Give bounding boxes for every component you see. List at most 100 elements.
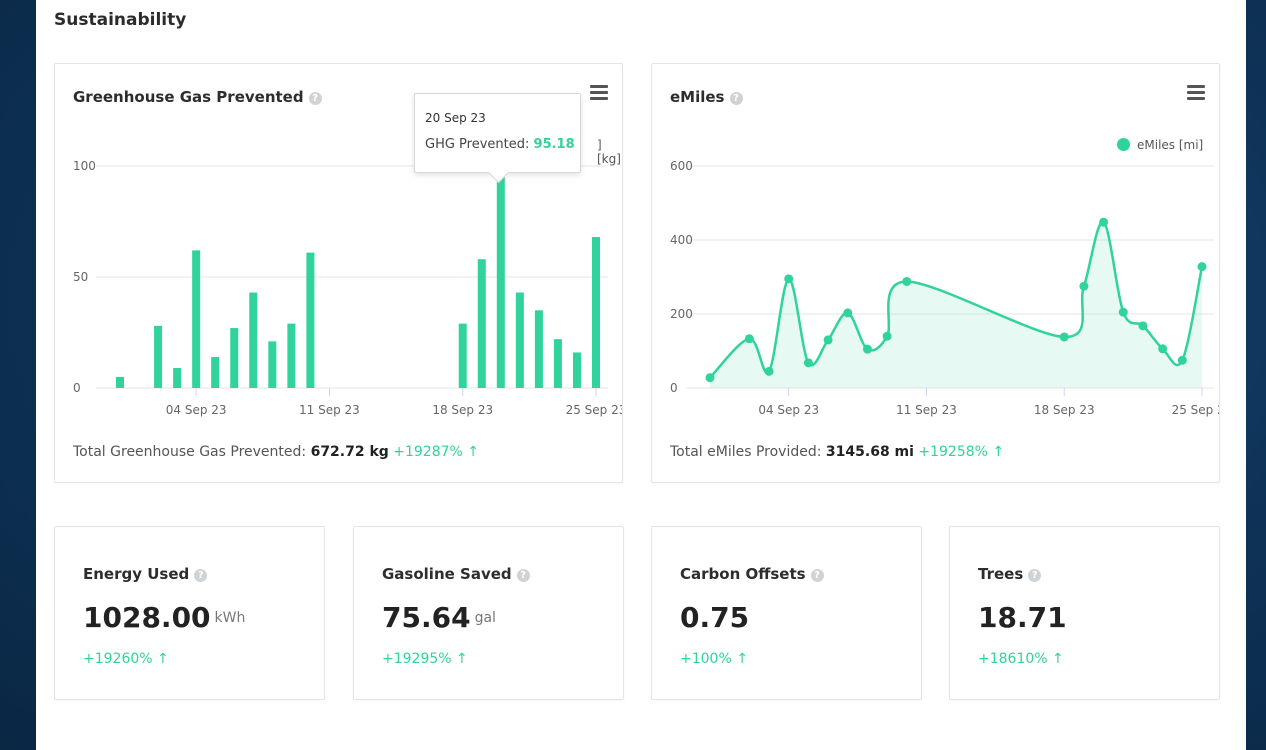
- data-point: [1059, 332, 1069, 342]
- y-tick-label: 600: [670, 159, 693, 173]
- energy-used-change: +19260% ↑: [83, 651, 169, 667]
- y-tick-label: 0: [670, 381, 678, 395]
- gasoline-saved-title-text: Gasoline Saved: [382, 565, 512, 583]
- emiles-total-value: 3145.68 mi: [825, 444, 914, 460]
- data-point: [1177, 355, 1187, 365]
- tooltip-date: 20 Sep 23: [425, 111, 486, 125]
- chart-tooltip: 20 Sep 23 GHG Prevented: 95.18: [414, 93, 581, 184]
- x-tick-label: 18 Sep 23: [432, 403, 493, 417]
- gasoline-saved-change-text: +19295%: [382, 651, 452, 667]
- energy-used-number: 1028.00: [83, 601, 211, 634]
- data-point: [843, 308, 853, 318]
- gasoline-saved-change: +19295% ↑: [382, 651, 468, 667]
- bar: [192, 250, 201, 388]
- bar: [572, 352, 581, 388]
- area-fill: [710, 221, 1202, 388]
- help-icon[interactable]: ?: [810, 569, 824, 582]
- carbon-offsets-title-text: Carbon Offsets: [680, 565, 806, 583]
- data-point: [1118, 307, 1128, 317]
- x-tick-label: 25 Sep 23: [566, 403, 622, 417]
- y-tick-label: 50: [73, 270, 88, 284]
- energy-used-title: Energy Used?: [83, 565, 208, 583]
- arrow-up-icon: ↑: [157, 651, 169, 667]
- y-tick-label: 400: [670, 233, 693, 247]
- ghg-total: Total Greenhouse Gas Prevented: 672.72 k…: [73, 444, 479, 460]
- trees-title-text: Trees: [978, 565, 1024, 583]
- trees-change-text: +18610%: [978, 651, 1048, 667]
- gasoline-saved-unit: gal: [474, 610, 496, 626]
- emiles-chart-card: eMiles? eMiles [mi] 0 200 400 600 04 Sep 23 1…: [651, 63, 1220, 483]
- carbon-offsets-change-text: +100%: [680, 651, 732, 667]
- bar: [592, 237, 600, 388]
- bar: [534, 310, 543, 388]
- data-point: [1099, 217, 1109, 227]
- ghg-change: +19287%: [393, 444, 463, 460]
- arrow-up-icon: ↑: [1052, 651, 1064, 667]
- data-point: [862, 344, 872, 354]
- bar: [477, 259, 486, 388]
- bar: [249, 292, 258, 388]
- bar: [268, 341, 277, 388]
- bar: [173, 368, 182, 388]
- emiles-total: Total eMiles Provided: 3145.68 mi +19258…: [670, 444, 1004, 460]
- emiles-area-chart: 0 200 400 600 04 Sep 23 11 Sep 23 18 Sep 23 25 …: [670, 159, 1219, 417]
- x-tick-label: 25 Sep 23: [1172, 403, 1219, 417]
- emiles-change: +19258%: [918, 444, 988, 460]
- emiles-total-label: Total eMiles Provided:: [670, 444, 822, 460]
- carbon-offsets-title: Carbon Offsets?: [680, 565, 824, 583]
- page-title: Sustainability: [54, 10, 187, 30]
- data-point: [705, 373, 715, 383]
- bar: [230, 328, 239, 388]
- data-point: [1079, 281, 1089, 291]
- arrow-up-icon: ↑: [467, 444, 480, 460]
- data-point: [784, 274, 794, 284]
- bar: [306, 252, 315, 388]
- data-point: [882, 331, 892, 341]
- trees-number: 18.71: [978, 601, 1067, 634]
- tooltip-value: 95.18: [533, 137, 575, 152]
- bar: [116, 376, 124, 388]
- help-icon[interactable]: ?: [516, 569, 530, 582]
- carbon-offsets-card: Carbon Offsets? 0.75 +100% ↑: [651, 526, 922, 700]
- bar: [458, 323, 467, 388]
- x-tick-label: 11 Sep 23: [896, 403, 957, 417]
- gasoline-saved-title: Gasoline Saved?: [382, 565, 530, 583]
- gasoline-saved-value: 75.64 gal: [382, 601, 496, 634]
- data-point: [764, 366, 774, 376]
- energy-used-value: 1028.00 kWh: [83, 601, 245, 634]
- tooltip-row: GHG Prevented: 95.18: [425, 137, 575, 152]
- data-point: [803, 358, 813, 368]
- x-tick-label: 04 Sep 23: [758, 403, 819, 417]
- y-tick-label: 200: [670, 307, 693, 321]
- gasoline-saved-card: Gasoline Saved? 75.64 gal +19295% ↑: [353, 526, 624, 700]
- energy-used-change-text: +19260%: [83, 651, 153, 667]
- data-point: [744, 334, 754, 344]
- bar: [154, 325, 163, 388]
- data-point: [1138, 321, 1148, 331]
- tooltip-label: GHG Prevented:: [425, 137, 530, 152]
- arrow-up-icon: ↑: [992, 444, 1005, 460]
- energy-used-unit: kWh: [214, 610, 246, 626]
- gasoline-saved-number: 75.64: [382, 601, 471, 634]
- data-point: [1158, 344, 1168, 354]
- trees-title: Trees?: [978, 565, 1042, 583]
- carbon-offsets-value: 0.75: [680, 601, 749, 634]
- carbon-offsets-change: +100% ↑: [680, 651, 748, 667]
- y-tick-label: 100: [73, 159, 96, 173]
- data-point: [1197, 262, 1207, 272]
- bar: [211, 356, 220, 388]
- ghg-chart-card: Greenhouse Gas Prevented? ] [kg] 0 50 100 0…: [54, 63, 623, 483]
- ghg-total-value: 672.72 kg: [310, 444, 389, 460]
- help-icon[interactable]: ?: [194, 569, 208, 582]
- help-icon[interactable]: ?: [1028, 569, 1042, 582]
- bar: [287, 323, 296, 388]
- bar: [496, 176, 505, 388]
- trees-value: 18.71: [978, 601, 1067, 634]
- bar: [553, 339, 562, 388]
- trees-change: +18610% ↑: [978, 651, 1064, 667]
- x-tick-label: 11 Sep 23: [299, 403, 360, 417]
- x-tick-label: 04 Sep 23: [166, 403, 227, 417]
- dashboard-panel: Sustainability Greenhouse Gas Prevented?…: [36, 0, 1246, 750]
- trees-card: Trees? 18.71 +18610% ↑: [949, 526, 1220, 700]
- arrow-up-icon: ↑: [736, 651, 748, 667]
